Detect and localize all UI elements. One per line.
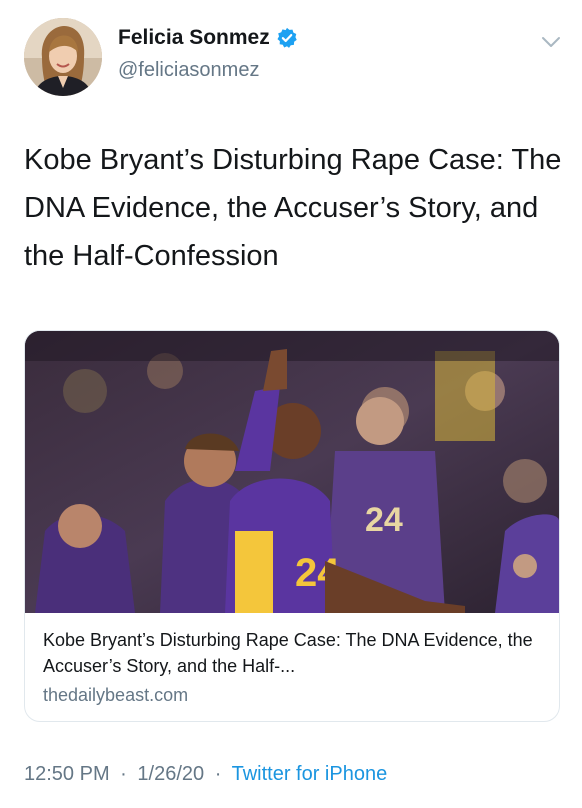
- link-card[interactable]: 24 24 Kobe Bryant’s Disturbing Rape Case…: [24, 330, 560, 722]
- author-name-text[interactable]: Felicia Sonmez: [118, 26, 270, 50]
- meta-separator: ·: [214, 763, 222, 785]
- verified-badge-icon: [276, 27, 298, 49]
- svg-text:24: 24: [365, 501, 403, 539]
- basketball-player-photo: 24 24: [25, 331, 559, 613]
- tweet-date[interactable]: 1/26/20: [137, 763, 204, 785]
- avatar-photo: [24, 18, 102, 96]
- chevron-down-icon[interactable]: [540, 34, 562, 50]
- card-domain[interactable]: thedailybeast.com: [43, 685, 188, 706]
- tweet: Felicia Sonmez @feliciasonmez Kobe Bryan…: [0, 0, 582, 808]
- author-name[interactable]: Felicia Sonmez: [118, 26, 298, 50]
- tweet-text: Kobe Bryant’s Disturbing Rape Case: The …: [24, 144, 562, 272]
- card-image[interactable]: 24 24: [25, 331, 559, 613]
- tweet-meta: 12:50 PM · 1/26/20 · Twitter for iPhone: [24, 763, 387, 786]
- card-title[interactable]: Kobe Bryant’s Disturbing Rape Case: The …: [43, 627, 543, 679]
- tweet-time[interactable]: 12:50 PM: [24, 763, 110, 785]
- avatar[interactable]: [24, 18, 102, 96]
- tweet-source-link[interactable]: Twitter for iPhone: [232, 763, 388, 785]
- author-handle[interactable]: @feliciasonmez: [118, 59, 259, 82]
- meta-separator: ·: [120, 763, 127, 785]
